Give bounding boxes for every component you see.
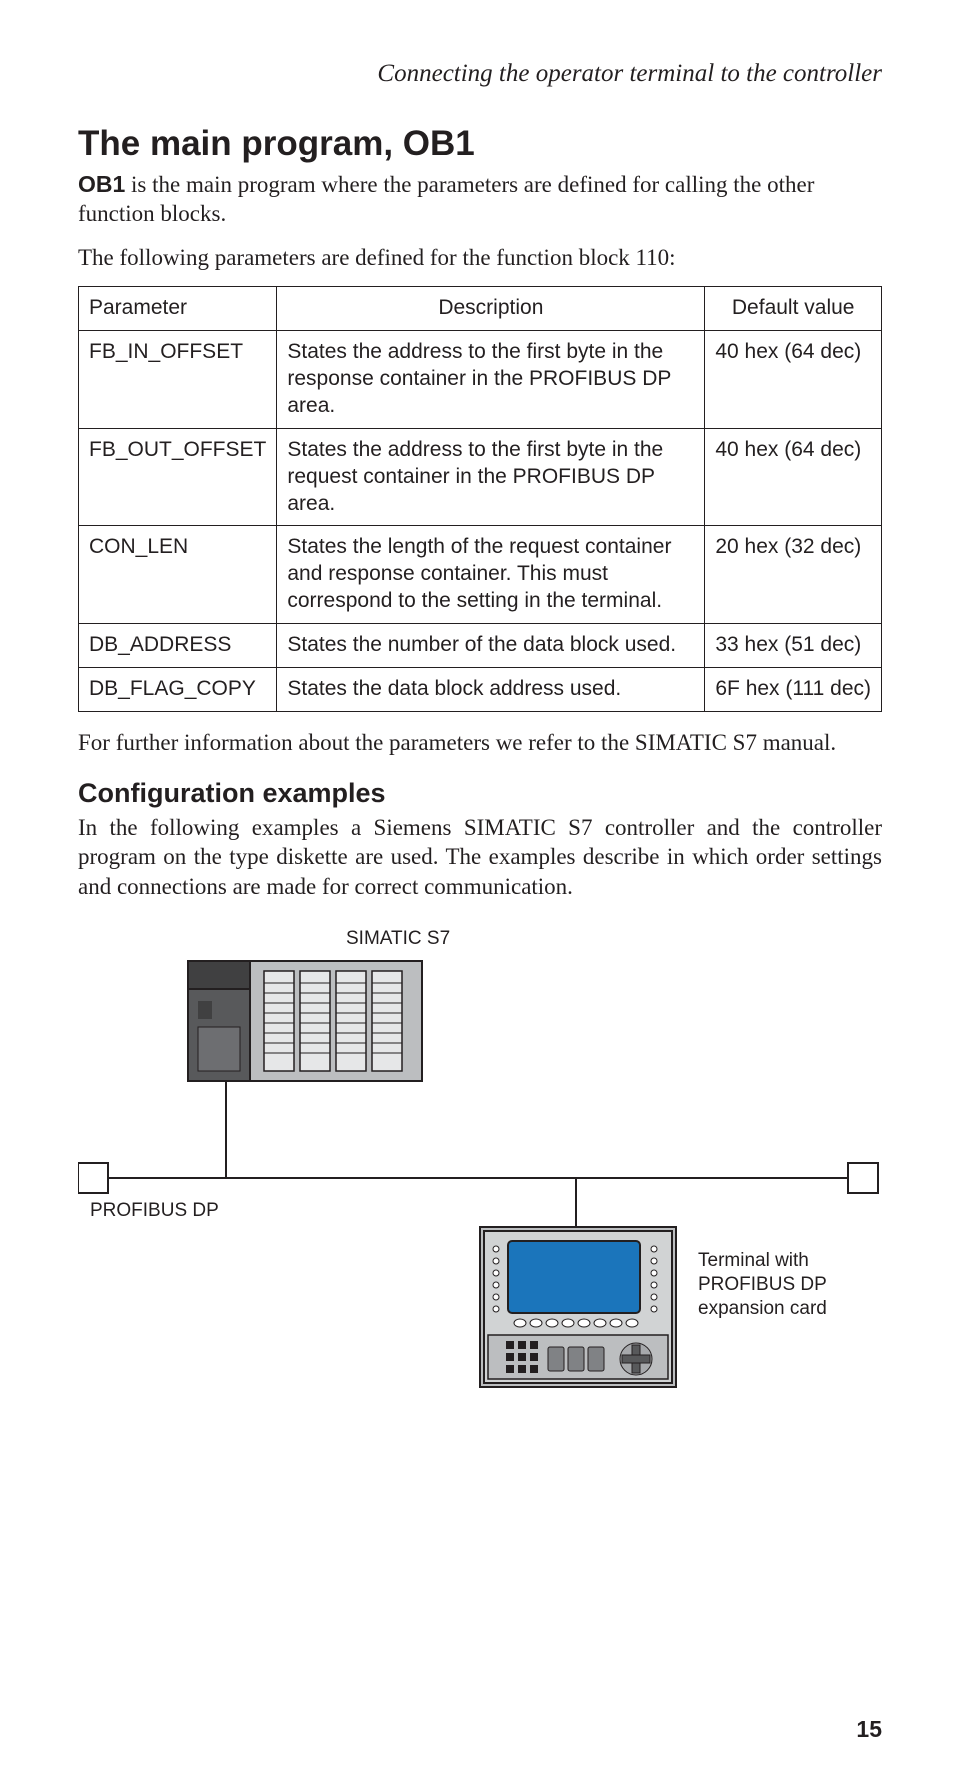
param-name: DB_FLAG_COPY — [79, 667, 277, 711]
param-default: 33 hex (51 dec) — [705, 624, 882, 668]
terminal-label: Terminal with PROFIBUS DP expansion card — [698, 1249, 868, 1320]
table-row: FB_OUT_OFFSET States the address to the … — [79, 428, 882, 526]
col-header-description: Description — [277, 287, 705, 331]
param-default: 20 hex (32 dec) — [705, 526, 882, 624]
param-default: 40 hex (64 dec) — [705, 331, 882, 429]
profibus-label: PROFIBUS DP — [90, 1199, 219, 1223]
table-row: CON_LEN States the length of the request… — [79, 526, 882, 624]
table-row: DB_ADDRESS States the number of the data… — [79, 624, 882, 668]
simatic-label: SIMATIC S7 — [346, 927, 450, 951]
param-desc: States the number of the data block used… — [277, 624, 705, 668]
param-default: 40 hex (64 dec) — [705, 428, 882, 526]
page-number: 15 — [856, 1716, 882, 1743]
table-row: DB_FLAG_COPY States the data block addre… — [79, 667, 882, 711]
param-name: FB_IN_OFFSET — [79, 331, 277, 429]
intro-paragraph: OB1 is the main program where the parame… — [78, 170, 882, 229]
page-title: The main program, OB1 — [78, 124, 882, 164]
running-head: Connecting the operator terminal to the … — [78, 60, 882, 88]
param-name: FB_OUT_OFFSET — [79, 428, 277, 526]
topology-diagram: SIMATIC S7 PROFIBUS DP Terminal with PRO… — [78, 927, 882, 1397]
section-heading: Configuration examples — [78, 778, 882, 809]
intro-rest: is the main program where the parameters… — [78, 172, 814, 226]
col-header-parameter: Parameter — [79, 287, 277, 331]
param-name: CON_LEN — [79, 526, 277, 624]
param-desc: States the address to the first byte in … — [277, 331, 705, 429]
col-header-default: Default value — [705, 287, 882, 331]
param-desc: States the length of the request contain… — [277, 526, 705, 624]
table-row: FB_IN_OFFSET States the address to the f… — [79, 331, 882, 429]
examples-intro: In the following examples a Siemens SIMA… — [78, 813, 882, 901]
diagram-svg — [78, 927, 882, 1397]
terminal-icon — [480, 1227, 676, 1387]
param-name: DB_ADDRESS — [79, 624, 277, 668]
param-desc: States the address to the first byte in … — [277, 428, 705, 526]
intro-paragraph-2: The following parameters are defined for… — [78, 243, 882, 272]
parameters-table: Parameter Description Default value FB_I… — [78, 286, 882, 712]
plc-icon — [188, 961, 422, 1081]
param-desc: States the data block address used. — [277, 667, 705, 711]
intro-bold: OB1 — [78, 171, 125, 197]
after-table-note: For further information about the parame… — [78, 730, 882, 756]
param-default: 6F hex (111 dec) — [705, 667, 882, 711]
